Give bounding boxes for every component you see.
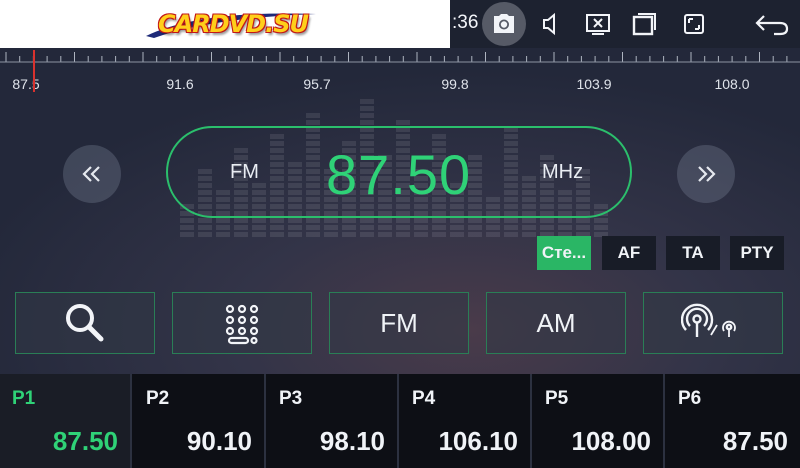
preset-name: P6 bbox=[678, 388, 702, 409]
back-icon[interactable] bbox=[752, 8, 792, 40]
preset-p4[interactable]: P4 106.10 bbox=[400, 374, 532, 468]
rewind-icon bbox=[82, 166, 100, 182]
band-label: FM bbox=[230, 161, 259, 183]
preset-name: P2 bbox=[146, 388, 170, 409]
preset-name: P3 bbox=[279, 388, 303, 409]
logo-area: CARDVD.SU bbox=[0, 0, 450, 48]
scale-ticks bbox=[0, 52, 800, 63]
tuning-marker[interactable] bbox=[33, 50, 35, 92]
preset-name: P4 bbox=[412, 388, 436, 409]
preset-frequency: 106.10 bbox=[438, 426, 518, 456]
scale-label: 108.0 bbox=[714, 76, 750, 92]
frequency-value: 87.50 bbox=[326, 143, 472, 206]
fm-band-button[interactable]: FM bbox=[329, 292, 469, 354]
keypad-button[interactable] bbox=[172, 292, 312, 354]
seek-forward-button[interactable] bbox=[677, 145, 735, 203]
broadcast-button[interactable] bbox=[643, 292, 783, 354]
pty-toggle[interactable]: PTY bbox=[730, 236, 784, 270]
seek-back-button[interactable] bbox=[63, 145, 121, 203]
preset-frequency: 108.00 bbox=[571, 426, 651, 456]
preset-name: P5 bbox=[545, 388, 569, 409]
keypad-icon bbox=[225, 304, 259, 345]
preset-frequency: 98.10 bbox=[319, 426, 385, 456]
unit-label: MHz bbox=[542, 161, 584, 183]
ta-toggle[interactable]: TA bbox=[666, 236, 720, 270]
preset-frequency: 87.50 bbox=[52, 426, 118, 456]
search-button[interactable] bbox=[15, 292, 155, 354]
close-window-icon[interactable] bbox=[582, 8, 614, 40]
stereo-toggle[interactable]: Сте... bbox=[537, 236, 591, 270]
volume-icon[interactable] bbox=[536, 8, 568, 40]
screenshot-button[interactable] bbox=[482, 2, 526, 46]
fullscreen-icon[interactable] bbox=[678, 8, 710, 40]
preset-p6[interactable]: P6 87.50 bbox=[666, 374, 800, 468]
fast-forward-icon bbox=[698, 166, 716, 182]
preset-p2[interactable]: P2 90.10 bbox=[134, 374, 266, 468]
camera-icon bbox=[494, 14, 514, 33]
preset-name: P1 bbox=[12, 388, 36, 409]
preset-p5[interactable]: P5 108.00 bbox=[533, 374, 665, 468]
broadcast-antenna-icon bbox=[681, 303, 736, 337]
scale-label: 87.5 bbox=[12, 76, 40, 92]
clock: :36 bbox=[452, 12, 479, 33]
preset-frequency: 90.10 bbox=[186, 426, 252, 456]
recent-apps-icon[interactable] bbox=[628, 8, 660, 40]
preset-p1[interactable]: P1 87.50 bbox=[0, 374, 132, 468]
af-toggle[interactable]: AF bbox=[602, 236, 656, 270]
status-bar: CARDVD.SU :36 bbox=[0, 0, 800, 48]
preset-frequency: 87.50 bbox=[722, 426, 788, 456]
preset-p3[interactable]: P3 98.10 bbox=[267, 374, 399, 468]
logo: CARDVD.SU bbox=[158, 10, 309, 38]
am-band-button[interactable]: AM bbox=[486, 292, 626, 354]
frequency-display: FM 87.50 MHz bbox=[166, 126, 632, 218]
search-icon bbox=[66, 304, 104, 342]
